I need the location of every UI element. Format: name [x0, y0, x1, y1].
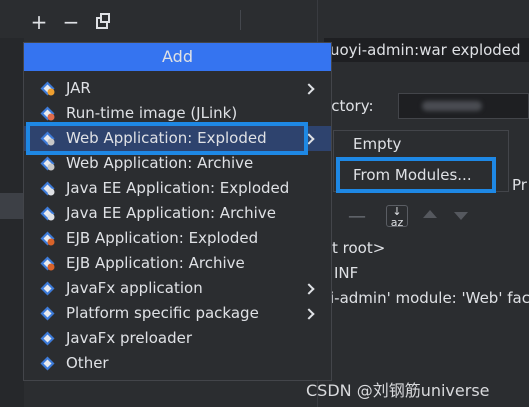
javaee-icon: [40, 206, 55, 221]
add-artifact-button[interactable]: +: [29, 12, 49, 32]
menu-item-label: Other: [66, 354, 109, 372]
output-tree-root[interactable]: t root>: [332, 239, 385, 257]
move-up-icon[interactable]: [423, 210, 437, 218]
menu-item-label: JavaFx preloader: [66, 329, 192, 347]
artifact-list-selected-row[interactable]: [0, 193, 24, 219]
javafx-icon: [40, 281, 55, 296]
menu-item-label: Platform specific package: [66, 304, 259, 322]
ejb-icon: [40, 231, 55, 246]
highlight-from-modules: [336, 157, 496, 193]
remove-element-button[interactable]: —: [348, 206, 366, 227]
submenu-item-empty[interactable]: Empty: [353, 132, 401, 157]
web-app-icon: [40, 156, 55, 171]
javaee-icon: [40, 181, 55, 196]
jar-icon: [40, 81, 55, 96]
move-down-icon[interactable]: [454, 212, 468, 220]
artifact-name-field[interactable]: uoyi-admin:war exploded: [324, 38, 529, 62]
artifact-list: [0, 38, 24, 407]
menu-item-label: Java EE Application: Archive: [66, 204, 276, 222]
output-tree-facet[interactable]: i-admin' module: 'Web' face: [330, 289, 529, 307]
output-directory-value-redacted: [422, 101, 482, 111]
highlight-web-app-exploded: [26, 122, 308, 155]
menu-item-label: EJB Application: Exploded: [66, 229, 259, 247]
watermark-text: CSDN @刘钢筋universe: [306, 381, 490, 400]
menu-item-label: JavaFx application: [66, 279, 203, 297]
copy-artifact-icon[interactable]: [96, 13, 110, 29]
ejb-icon: [40, 256, 55, 271]
menu-item-label: JAR: [66, 79, 91, 97]
properties-partial-label: Pr: [512, 176, 527, 194]
other-icon: [40, 356, 55, 371]
javafx-icon: [40, 331, 55, 346]
runtime-image-icon: [40, 106, 55, 121]
toolbar-separator: [240, 10, 241, 30]
popup-title: Add: [24, 43, 331, 71]
menu-item-label: EJB Application: Archive: [66, 254, 245, 272]
output-tree-webinf[interactable]: INF: [334, 264, 358, 282]
remove-artifact-button[interactable]: −: [61, 12, 81, 32]
platform-icon: [40, 306, 55, 321]
sort-icon[interactable]: ↓ az: [386, 205, 408, 228]
menu-item-label: Java EE Application: Exploded: [66, 179, 290, 197]
